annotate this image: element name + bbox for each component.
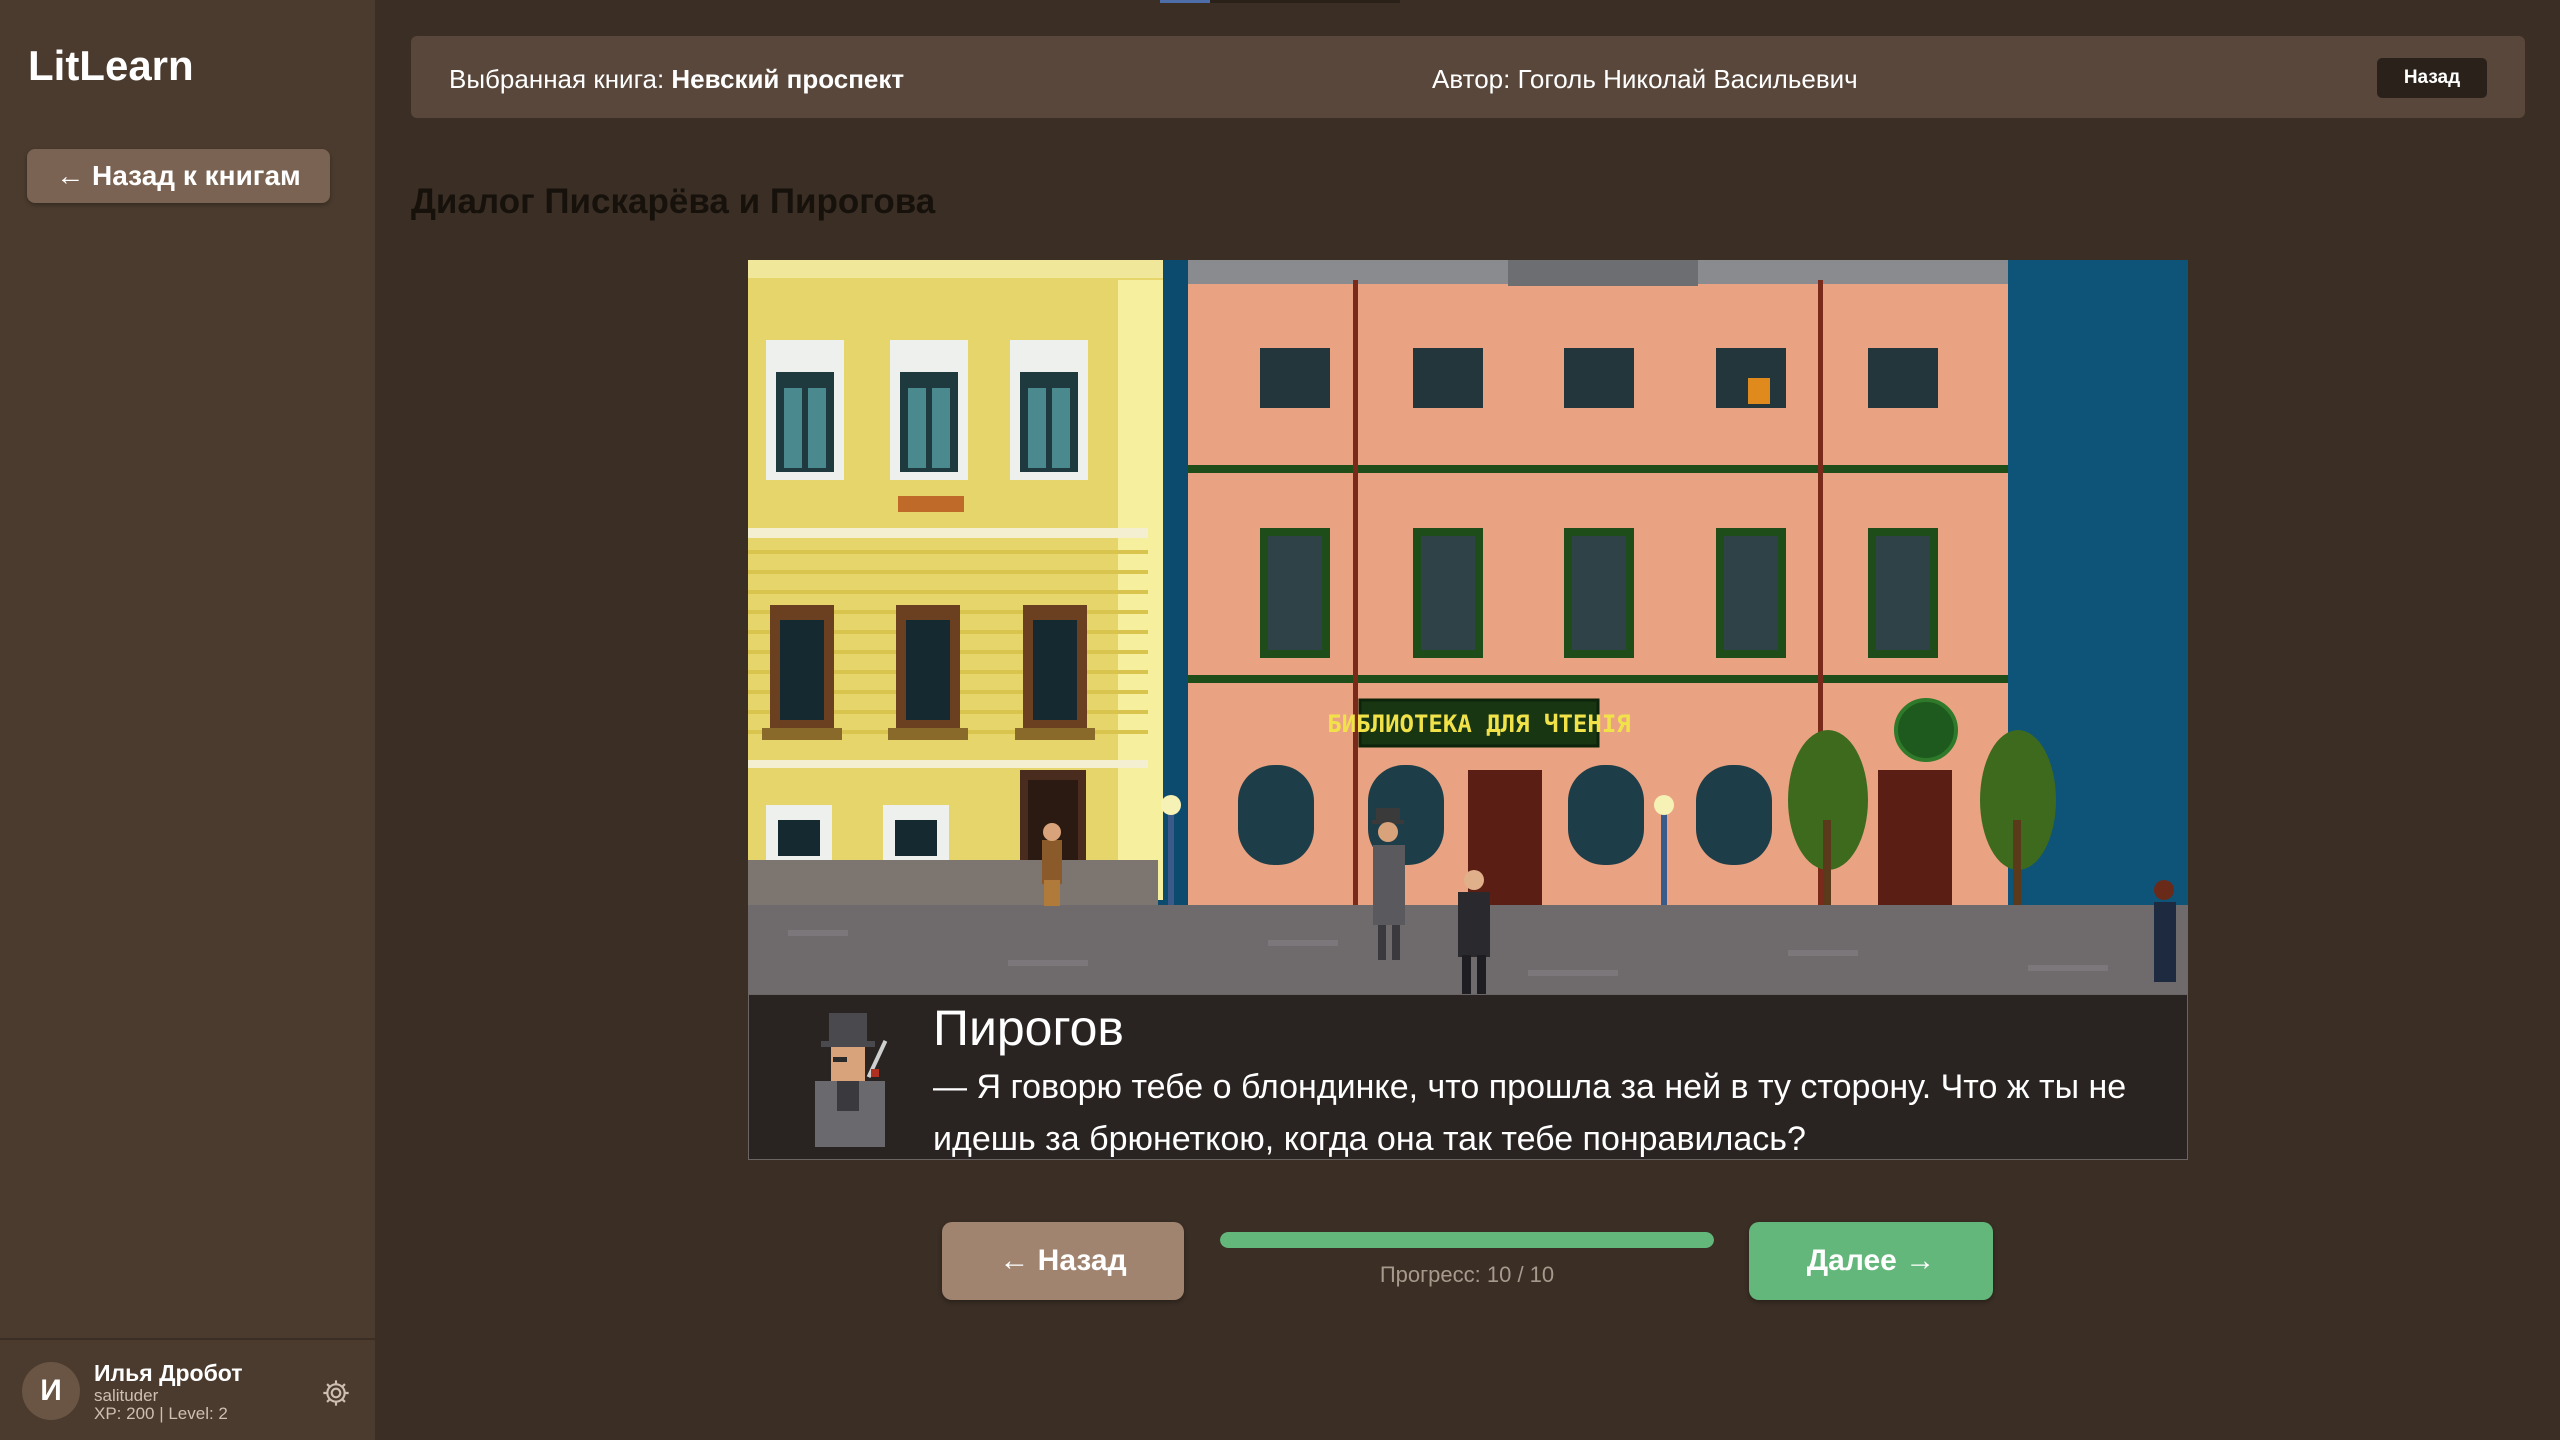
scene-title: Диалог Пискарёва и Пирогова [411,182,936,221]
selected-book-title: Невский проспект [671,64,905,94]
back-to-books-button[interactable]: ← Назад к книгам [27,149,330,203]
avatar[interactable]: И [22,1362,80,1420]
prev-button[interactable]: ← Назад [942,1222,1184,1300]
progress-fill [1220,1232,1714,1248]
shop-sign: БИБЛИОТЕКА ДЛЯ ЧТЕНІЯ [1327,710,1630,738]
selected-book-label: Выбранная книга: [449,64,672,94]
user-name: Илья Дробот [94,1360,243,1386]
top-tab-active [1160,0,1210,3]
book-author: Автор: Гоголь Николай Васильевич [1432,64,1858,94]
selected-book: Выбранная книга: Невский проспект [449,64,904,95]
book-header: Выбранная книга: Невский проспект Автор:… [411,36,2525,118]
app-logo: LitLearn [28,42,194,89]
user-stats: XP: 200 | Level: 2 [94,1404,228,1423]
user-login: salituder [94,1386,159,1405]
next-button[interactable]: Далее → [1749,1222,1993,1300]
dialog-text: — Я говорю тебе о блондинке, что прошла … [933,1068,2127,1158]
sidebar: LitLearn ← Назад к книгам И Илья Дробот … [0,0,375,1440]
character-sitting [1042,823,1062,906]
speaker-name: Пирогов [933,1000,1124,1056]
header-back-button[interactable]: Назад [2377,58,2487,98]
progress-bar [1220,1232,1714,1248]
gear-icon[interactable] [320,1377,352,1409]
dialog-box: Пирогов — Я говорю тебе о блондинке, что… [748,994,2188,1160]
progress-label: Прогресс: 10 / 10 [1379,1262,1555,1287]
speaker-portrait [815,1013,888,1147]
user-panel: И Илья Дробот salituder XP: 200 | Level:… [0,1338,375,1440]
top-tab-indicator [1160,0,1400,3]
